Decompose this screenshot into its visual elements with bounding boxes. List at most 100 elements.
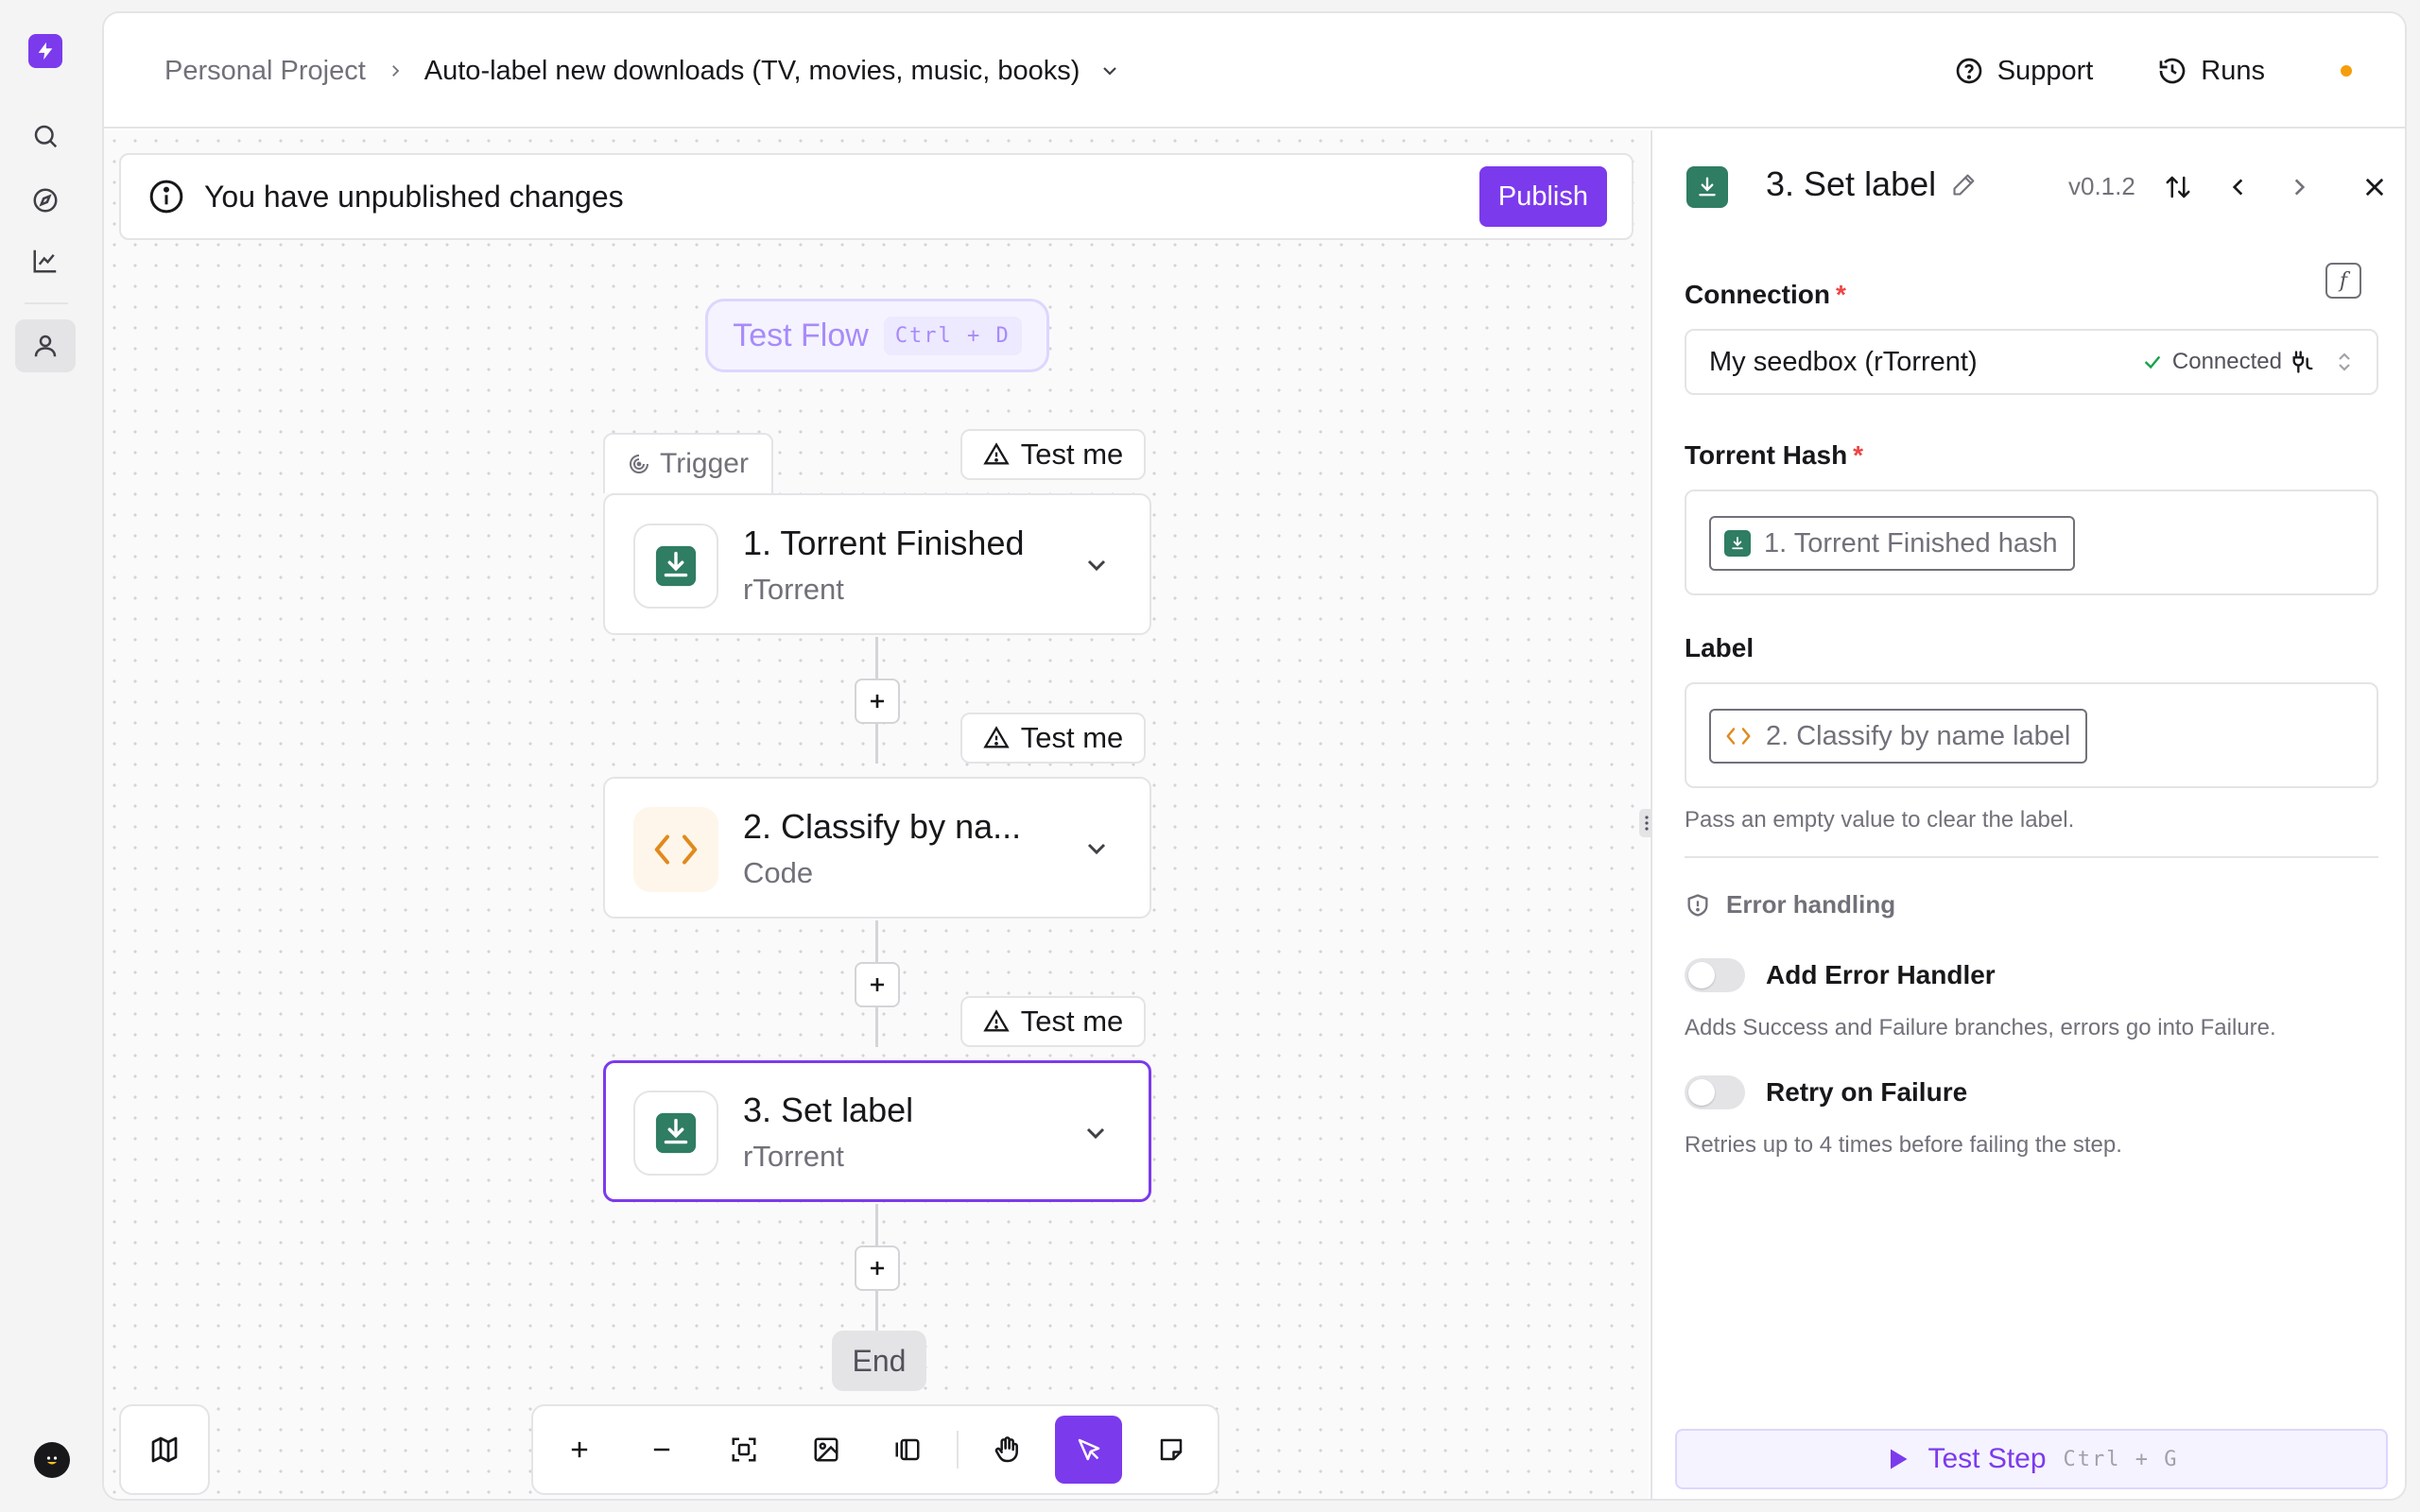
torrent-hash-label-text: Torrent Hash bbox=[1685, 440, 1848, 470]
zoom-in-button[interactable] bbox=[546, 1416, 614, 1484]
connection-value: My seedbox (rTorrent) bbox=[1709, 346, 1978, 377]
support-button[interactable]: Support bbox=[1954, 55, 2094, 87]
previous-step-icon[interactable] bbox=[2218, 166, 2259, 208]
add-error-handler-toggle[interactable] bbox=[1685, 958, 1745, 992]
status-dot bbox=[2341, 65, 2352, 77]
version-label[interactable]: v0.1.2 bbox=[2068, 172, 2135, 201]
test-step-button[interactable]: Test Step Ctrl + G bbox=[1675, 1429, 2388, 1489]
test-me-button-3[interactable]: Test me bbox=[960, 996, 1146, 1047]
error-handling-text: Error handling bbox=[1726, 890, 1896, 919]
image-icon bbox=[814, 1437, 838, 1462]
variable-chip[interactable]: 1. Torrent Finished hash bbox=[1709, 516, 2075, 571]
zoom-out-button[interactable] bbox=[629, 1416, 696, 1484]
step-subtitle: rTorrent bbox=[743, 573, 844, 606]
download-icon bbox=[1686, 166, 1728, 208]
chevron-right-icon bbox=[387, 62, 404, 79]
fit-view-icon bbox=[732, 1437, 756, 1462]
retry-on-failure-row: Retry on Failure bbox=[1685, 1075, 1967, 1109]
rail-divider bbox=[25, 302, 68, 304]
test-me-label: Test me bbox=[1020, 1005, 1124, 1038]
download-image-button[interactable] bbox=[792, 1416, 859, 1484]
torrent-hash-label: Torrent Hash * bbox=[1685, 440, 1863, 471]
required-mark: * bbox=[1853, 440, 1864, 470]
add-step-button[interactable] bbox=[855, 679, 900, 724]
step-title: 2. Classify by na... bbox=[743, 807, 1022, 846]
close-icon[interactable] bbox=[2354, 166, 2395, 208]
shield-icon bbox=[1687, 893, 1708, 917]
step-title: 1. Torrent Finished bbox=[743, 524, 1025, 562]
test-step-label: Test Step bbox=[1927, 1443, 2047, 1474]
label-input[interactable]: 2. Classify by name label bbox=[1685, 682, 2378, 788]
variable-chip-text: 2. Classify by name label bbox=[1766, 720, 2071, 751]
chevron-down-icon[interactable] bbox=[1081, 833, 1112, 868]
warning-icon bbox=[983, 442, 1010, 465]
label-field-label: Label bbox=[1685, 633, 1754, 662]
step-card-1[interactable]: 1. Torrent Finished rTorrent bbox=[603, 493, 1151, 635]
code-icon bbox=[1726, 728, 1751, 745]
code-icon bbox=[633, 807, 718, 892]
info-icon bbox=[149, 180, 183, 214]
note-icon bbox=[1160, 1438, 1182, 1461]
compass-icon[interactable] bbox=[15, 174, 76, 227]
fit-view-button[interactable] bbox=[711, 1416, 778, 1484]
test-me-label: Test me bbox=[1020, 721, 1124, 754]
retry-on-failure-hint: Retries up to 4 times before failing the… bbox=[1685, 1132, 2122, 1158]
user-icon[interactable] bbox=[15, 319, 76, 372]
map-icon bbox=[151, 1436, 178, 1463]
minus-icon bbox=[653, 1448, 670, 1452]
plus-icon bbox=[572, 1441, 588, 1458]
breadcrumb-flow-name[interactable]: Auto-label new downloads (TV, movies, mu… bbox=[424, 56, 1080, 87]
breadcrumb: Personal Project Auto-label new download… bbox=[164, 13, 1121, 129]
warning-icon bbox=[983, 726, 1010, 748]
app-logo-icon[interactable] bbox=[28, 34, 62, 68]
chevron-down-icon[interactable] bbox=[1080, 1118, 1111, 1153]
trigger-tab: Trigger bbox=[603, 433, 773, 493]
minimap-button[interactable] bbox=[119, 1404, 210, 1495]
download-icon bbox=[633, 1091, 718, 1176]
error-handling-heading: Error handling bbox=[1685, 890, 1895, 919]
canvas-toolbar bbox=[531, 1404, 1219, 1495]
connection-select[interactable]: My seedbox (rTorrent) Connected bbox=[1685, 329, 2378, 395]
pencil-icon[interactable] bbox=[1951, 171, 1978, 198]
connection-label-text: Connection bbox=[1685, 280, 1830, 309]
add-error-handler-hint: Adds Success and Failure branches, error… bbox=[1685, 1015, 2276, 1040]
header-actions: Support Runs bbox=[1890, 13, 2352, 129]
add-step-button[interactable] bbox=[855, 962, 900, 1007]
add-note-button[interactable] bbox=[1137, 1416, 1204, 1484]
add-error-handler-row: Add Error Handler bbox=[1685, 958, 1996, 992]
test-me-button-2[interactable]: Test me bbox=[960, 713, 1146, 764]
next-step-icon[interactable] bbox=[2278, 166, 2320, 208]
swap-versions-icon[interactable] bbox=[2157, 166, 2199, 208]
test-step-shortcut: Ctrl + G bbox=[2063, 1447, 2179, 1471]
runs-button[interactable]: Runs bbox=[2157, 56, 2265, 87]
dynamic-value-toggle[interactable]: f bbox=[2325, 263, 2361, 299]
chevron-down-icon[interactable] bbox=[1098, 60, 1121, 82]
warning-icon bbox=[983, 1009, 1010, 1032]
breadcrumb-project[interactable]: Personal Project bbox=[164, 56, 366, 87]
reconnect-icon[interactable] bbox=[2290, 349, 2316, 375]
variable-chip[interactable]: 2. Classify by name label bbox=[1709, 709, 2088, 764]
test-me-button-1[interactable]: Test me bbox=[960, 429, 1146, 480]
toggle-panel-button[interactable] bbox=[874, 1416, 942, 1484]
flow-canvas[interactable]: You have unpublished changes Publish Tes… bbox=[104, 130, 1649, 1499]
step-card-3[interactable]: 3. Set label rTorrent bbox=[603, 1060, 1151, 1202]
panel-title-text: 3. Set label bbox=[1766, 164, 1937, 203]
hand-icon bbox=[994, 1436, 1019, 1463]
torrent-hash-input[interactable]: 1. Torrent Finished hash bbox=[1685, 490, 2378, 595]
add-step-button[interactable] bbox=[855, 1246, 900, 1291]
panel-divider bbox=[1685, 856, 2378, 858]
test-flow-button[interactable]: Test Flow Ctrl + D bbox=[705, 299, 1049, 372]
panel-icon bbox=[895, 1438, 920, 1461]
avatar[interactable] bbox=[34, 1442, 70, 1478]
chart-icon[interactable] bbox=[15, 234, 76, 287]
support-label: Support bbox=[1996, 55, 2094, 86]
select-tool-button[interactable] bbox=[1055, 1416, 1123, 1484]
publish-button[interactable]: Publish bbox=[1478, 166, 1607, 227]
chevron-down-icon[interactable] bbox=[1081, 550, 1112, 585]
test-me-label: Test me bbox=[1020, 438, 1124, 471]
download-icon bbox=[1724, 530, 1751, 557]
retry-on-failure-toggle[interactable] bbox=[1685, 1075, 1745, 1109]
step-card-2[interactable]: 2. Classify by na... Code bbox=[603, 777, 1151, 919]
search-icon[interactable] bbox=[15, 110, 76, 163]
pan-tool-button[interactable] bbox=[974, 1416, 1041, 1484]
